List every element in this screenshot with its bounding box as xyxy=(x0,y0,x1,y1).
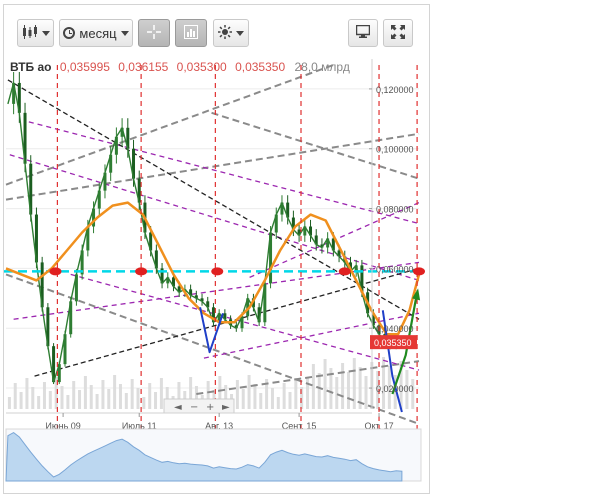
price-chart[interactable]: 0,120000 0,100000 0,080000 0,060000 0,040000… xyxy=(4,57,429,491)
y-tick-label: 0,020000 xyxy=(376,384,414,394)
volume-bar xyxy=(364,376,368,409)
volume-bar xyxy=(148,383,152,409)
y-tick-label: 0,040000 xyxy=(376,324,414,334)
candlestick-icon xyxy=(22,24,38,42)
volume-bar xyxy=(323,359,327,409)
volume-bar xyxy=(101,380,105,409)
cycle-marker xyxy=(211,267,224,276)
volume-bar xyxy=(42,382,46,409)
screen-button[interactable] xyxy=(348,19,378,47)
volume-bar xyxy=(25,378,29,409)
chevron-down-icon xyxy=(41,30,50,36)
chart-type-button[interactable] xyxy=(17,19,54,47)
volume-bar xyxy=(241,389,245,409)
volume-bar xyxy=(341,363,345,409)
volume-bar xyxy=(83,376,87,409)
volume-bar xyxy=(235,380,239,409)
scroll-control-icon: + xyxy=(206,402,214,413)
scroll-control-icon: ► xyxy=(222,402,230,413)
volume-bar xyxy=(294,378,298,409)
volume-bar xyxy=(247,375,251,409)
fullscreen-button[interactable] xyxy=(383,19,413,47)
volume-bar xyxy=(352,358,356,409)
y-tick-label: 0,060000 xyxy=(376,264,414,274)
indicators-button[interactable] xyxy=(175,19,207,47)
legend-symbol: ВТБ ао xyxy=(10,60,52,74)
legend-low: 0,035300 xyxy=(176,60,227,74)
legend-volume: 28,0 млрд xyxy=(294,60,350,74)
clock-icon xyxy=(63,27,76,39)
volume-bar xyxy=(346,372,350,409)
chart-legend: ВТБ ао 0,035995 0,036155 0,035300 0,0353… xyxy=(10,60,350,74)
scroll-control-icon: − xyxy=(190,402,198,413)
period-select[interactable]: месяц xyxy=(59,19,133,47)
monitor-icon xyxy=(355,24,371,41)
legend-open: 0,035995 xyxy=(59,60,110,74)
app-frame: месяц 0,120000 0,100000 0,080000 0,06000… xyxy=(0,0,590,496)
volume-bar xyxy=(19,392,23,409)
legend-high: 0,036155 xyxy=(118,60,169,74)
sun-gear-icon xyxy=(218,24,232,42)
crosshair-icon xyxy=(147,24,161,42)
cycle-marker xyxy=(135,267,148,276)
cycle-marker xyxy=(338,267,351,276)
volume-bar xyxy=(107,389,111,409)
scroll-control-icon: ◄ xyxy=(174,402,182,413)
volume-bar xyxy=(142,397,146,409)
volume-bar xyxy=(259,393,263,409)
chevron-down-icon xyxy=(120,30,129,36)
volume-bar xyxy=(60,386,64,409)
settings-button[interactable] xyxy=(213,19,249,47)
volume-bar xyxy=(95,394,99,409)
volume-bar xyxy=(37,396,41,409)
volume-bar xyxy=(72,381,76,409)
volume-bar xyxy=(288,392,292,409)
volume-bar xyxy=(66,395,70,409)
volume-bar xyxy=(48,391,52,409)
volume-bar xyxy=(382,357,386,409)
chart-panel: месяц 0,120000 0,100000 0,080000 0,06000… xyxy=(3,4,430,494)
crosshair-button[interactable] xyxy=(138,19,170,47)
chart-toolbar: месяц xyxy=(4,5,429,57)
volume-bar xyxy=(276,397,280,409)
volume-bar xyxy=(118,384,122,409)
volume-bar xyxy=(282,383,286,409)
indicator-icon xyxy=(184,24,198,42)
volume-bar xyxy=(78,390,82,409)
y-tick-label: 0,120000 xyxy=(376,85,414,95)
volume-bar xyxy=(136,388,140,409)
volume-bar xyxy=(270,388,274,409)
volume-bar xyxy=(13,383,17,409)
last-price-label: 0,035350 xyxy=(374,338,412,348)
scroll-controls: ◄ − + ► xyxy=(163,398,235,414)
y-tick-label: 0,080000 xyxy=(376,205,414,215)
volume-bar xyxy=(154,392,158,409)
volume-bar xyxy=(159,378,163,409)
volume-bar xyxy=(89,385,93,409)
volume-bar xyxy=(124,393,128,409)
volume-bar xyxy=(7,397,11,409)
cycle-marker xyxy=(49,267,62,276)
volume-bar xyxy=(253,384,257,409)
period-label: месяц xyxy=(79,25,117,41)
chevron-down-icon xyxy=(236,30,244,36)
volume-bar xyxy=(130,379,134,409)
expand-icon xyxy=(391,24,405,42)
volume-bar xyxy=(113,375,117,409)
volume-bar xyxy=(317,373,321,409)
cycle-marker xyxy=(413,267,425,276)
y-tick-label: 0,100000 xyxy=(376,145,414,155)
legend-close: 0,035350 xyxy=(235,60,286,74)
volume-bar xyxy=(311,364,315,409)
volume-bar xyxy=(31,387,35,409)
volume-bar xyxy=(335,377,339,409)
